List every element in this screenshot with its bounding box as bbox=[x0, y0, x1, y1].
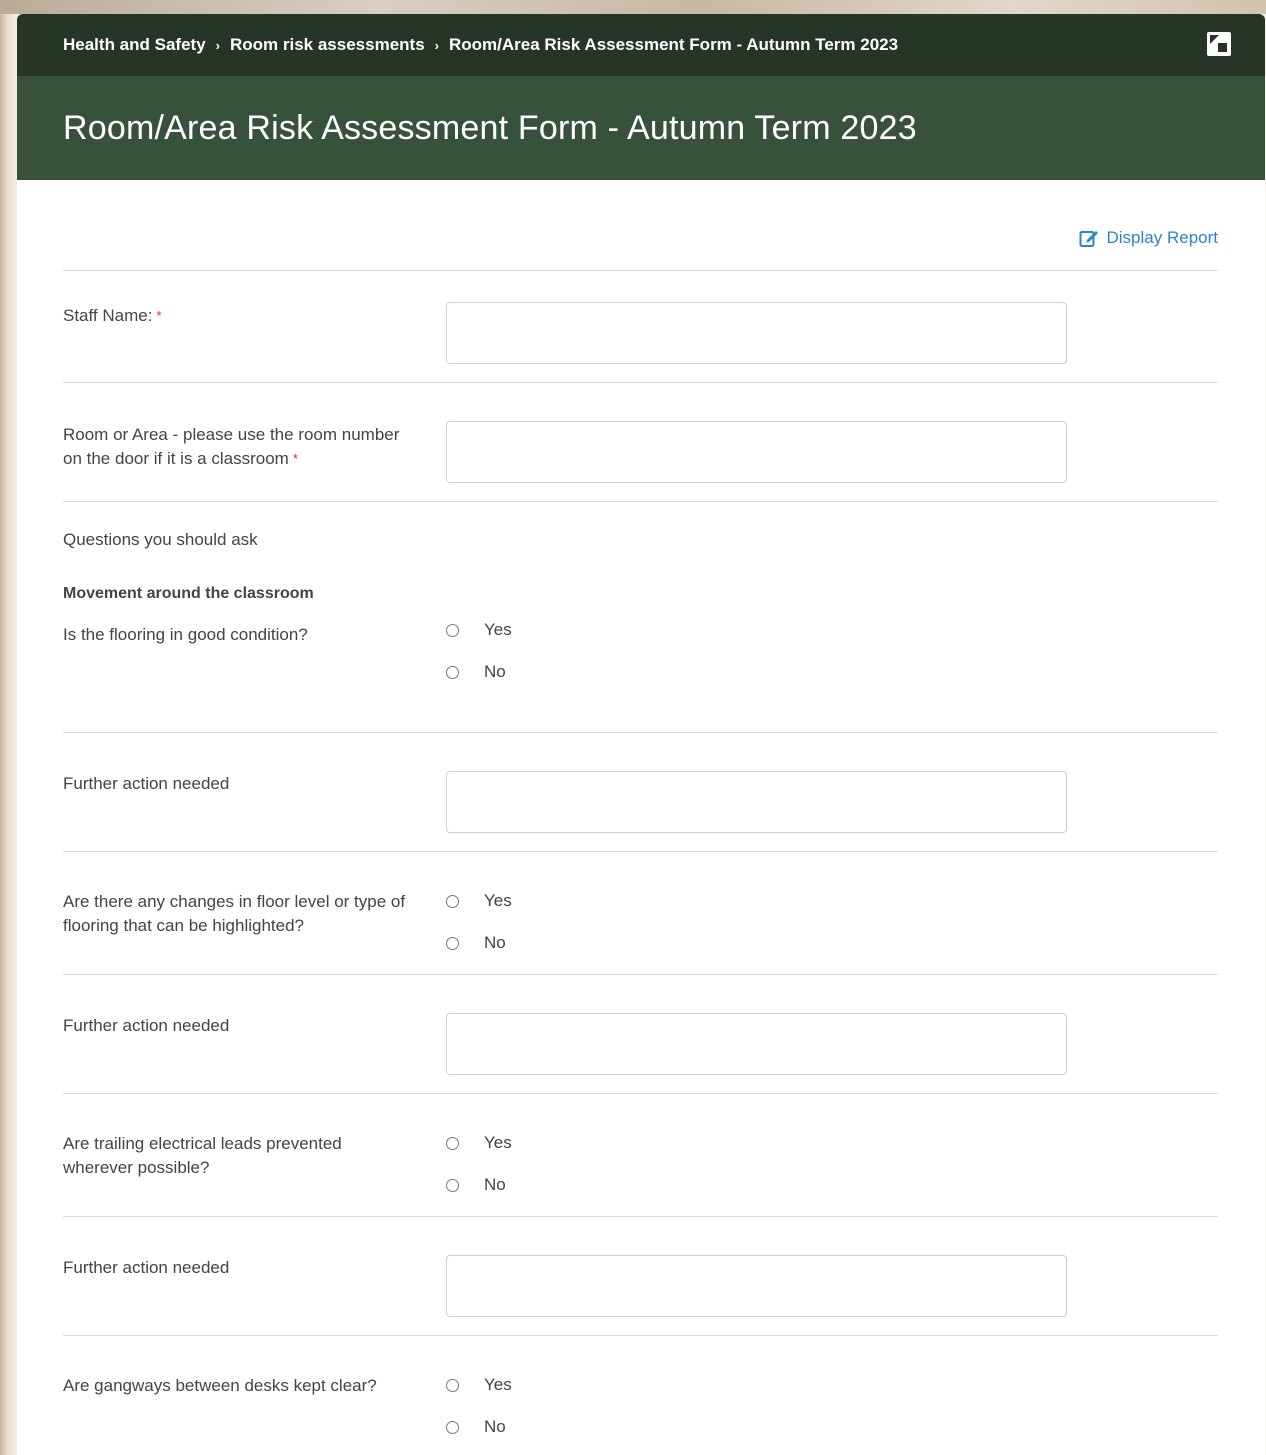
breadcrumb-item-health-and-safety[interactable]: Health and Safety bbox=[63, 35, 206, 55]
intro-text: Questions you should ask bbox=[63, 530, 258, 549]
radio-button[interactable] bbox=[446, 894, 459, 908]
further-action-field[interactable] bbox=[446, 1013, 1067, 1075]
display-report-link[interactable]: Display Report bbox=[1079, 228, 1219, 248]
radio-option-no[interactable]: No bbox=[446, 922, 512, 964]
radio-option-no[interactable]: No bbox=[446, 1164, 512, 1206]
breadcrumb: Health and Safety › Room risk assessment… bbox=[17, 14, 1265, 76]
staff-name-label: Staff Name: * bbox=[63, 302, 446, 382]
intro-block: Questions you should ask bbox=[63, 502, 1218, 557]
radio-label: No bbox=[484, 662, 506, 681]
staff-name-label-text: Staff Name: bbox=[63, 306, 153, 325]
report-row: Display Report bbox=[63, 180, 1218, 271]
question-label: Are there any changes in floor level or … bbox=[63, 892, 406, 935]
expand-icon[interactable] bbox=[1207, 32, 1231, 56]
question-row: Is the flooring in good condition? Yes N… bbox=[63, 603, 1218, 733]
form-card: Health and Safety › Room risk assessment… bbox=[17, 14, 1265, 1455]
further-action-label: Further action needed bbox=[63, 1258, 230, 1277]
section-heading: Movement around the classroom bbox=[63, 585, 314, 602]
radio-label: Yes bbox=[484, 620, 512, 639]
further-action-row: Further action needed bbox=[63, 1217, 1218, 1336]
room-field[interactable] bbox=[446, 421, 1067, 483]
radio-group: Yes No bbox=[446, 1122, 512, 1216]
radio-option-no[interactable]: No bbox=[446, 1406, 512, 1448]
display-report-label: Display Report bbox=[1106, 228, 1219, 247]
question-label: Are gangways between desks kept clear? bbox=[63, 1376, 377, 1395]
radio-label: Yes bbox=[484, 891, 512, 910]
radio-label: No bbox=[484, 1175, 506, 1194]
radio-label: Yes bbox=[484, 1133, 512, 1152]
radio-button[interactable] bbox=[446, 1178, 459, 1192]
further-action-row: Further action needed bbox=[63, 975, 1218, 1094]
room-label-text: Room or Area - please use the room numbe… bbox=[63, 425, 400, 468]
radio-option-yes[interactable]: Yes bbox=[446, 880, 512, 922]
radio-label: No bbox=[484, 933, 506, 952]
question-row: Are gangways between desks kept clear? Y… bbox=[63, 1336, 1218, 1455]
further-action-field[interactable] bbox=[446, 771, 1067, 833]
radio-button[interactable] bbox=[446, 1420, 459, 1434]
background-strip bbox=[0, 0, 1266, 14]
radio-group: Yes No bbox=[446, 1364, 512, 1455]
page-title: Room/Area Risk Assessment Form - Autumn … bbox=[63, 108, 917, 147]
question-label: Is the flooring in good condition? bbox=[63, 625, 308, 644]
further-action-label: Further action needed bbox=[63, 1016, 230, 1035]
radio-button[interactable] bbox=[446, 623, 459, 637]
radio-option-yes[interactable]: Yes bbox=[446, 1364, 512, 1406]
radio-option-yes[interactable]: Yes bbox=[446, 609, 512, 651]
radio-option-no[interactable]: No bbox=[446, 651, 512, 693]
further-action-row: Further action needed bbox=[63, 733, 1218, 852]
form-body: Display Report Staff Name: * Room or Area… bbox=[17, 180, 1265, 1455]
section-block: Movement around the classroom bbox=[63, 557, 1218, 603]
staff-name-field[interactable] bbox=[446, 302, 1067, 364]
radio-button[interactable] bbox=[446, 665, 459, 679]
staff-name-row: Staff Name: * bbox=[63, 271, 1218, 383]
breadcrumb-separator-icon: › bbox=[434, 37, 439, 53]
question-row: Are there any changes in floor level or … bbox=[63, 852, 1218, 975]
radio-button[interactable] bbox=[446, 1136, 459, 1150]
room-label: Room or Area - please use the room numbe… bbox=[63, 421, 423, 501]
radio-button[interactable] bbox=[446, 936, 459, 950]
radio-option-yes[interactable]: Yes bbox=[446, 1122, 512, 1164]
edit-icon bbox=[1079, 231, 1098, 247]
title-bar: Room/Area Risk Assessment Form - Autumn … bbox=[17, 76, 1265, 180]
breadcrumb-item-room-risk-assessments[interactable]: Room risk assessments bbox=[230, 35, 425, 55]
breadcrumb-item-current: Room/Area Risk Assessment Form - Autumn … bbox=[449, 35, 899, 54]
room-row: Room or Area - please use the room numbe… bbox=[63, 383, 1218, 502]
question-label: Are trailing electrical leads prevented … bbox=[63, 1134, 342, 1177]
breadcrumb-separator-icon: › bbox=[215, 37, 220, 53]
further-action-field[interactable] bbox=[446, 1255, 1067, 1317]
required-marker: * bbox=[156, 308, 162, 323]
radio-label: No bbox=[484, 1417, 506, 1436]
further-action-label: Further action needed bbox=[63, 774, 230, 793]
question-row: Are trailing electrical leads prevented … bbox=[63, 1094, 1218, 1217]
required-marker: * bbox=[292, 451, 298, 466]
radio-group: Yes No bbox=[446, 880, 512, 974]
radio-group: Yes No bbox=[446, 609, 512, 732]
radio-button[interactable] bbox=[446, 1378, 459, 1392]
radio-label: Yes bbox=[484, 1375, 512, 1394]
